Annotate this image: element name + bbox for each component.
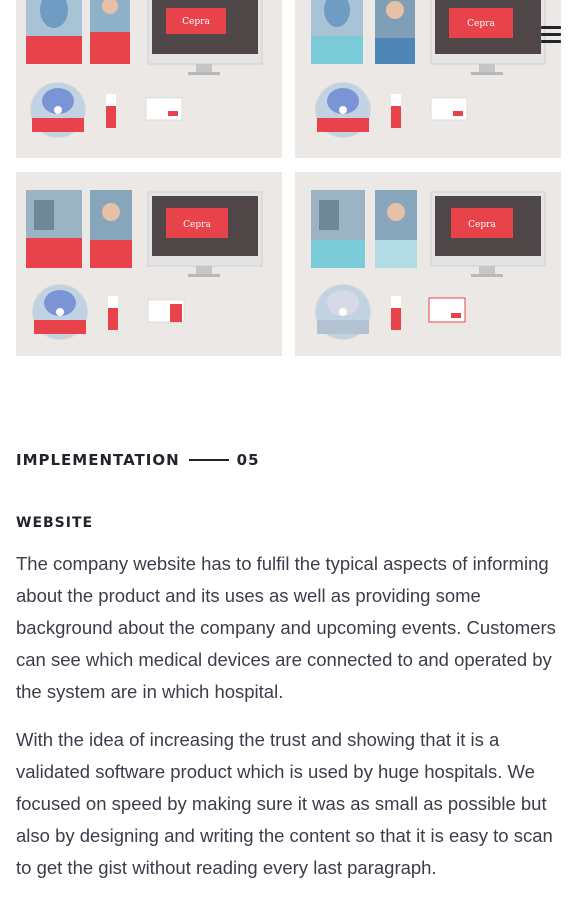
menu-bar-bottom xyxy=(541,40,561,43)
section-divider-line xyxy=(188,459,229,461)
menu-bar-top xyxy=(541,26,561,29)
section-number: 05 xyxy=(236,451,260,469)
branding-mockup-image: Cepra xyxy=(311,190,546,340)
section-heading: IMPLEMENTATION 05 xyxy=(16,450,260,470)
mockup-gallery: Cepra Cepra Cepra Cepra xyxy=(16,0,561,356)
branding-mockup-image: Cepra xyxy=(26,0,263,138)
menu-bar-middle xyxy=(541,33,561,36)
gallery-tile-2[interactable]: Cepra xyxy=(295,0,561,158)
gallery-tile-1[interactable]: Cepra xyxy=(16,0,282,158)
branding-mockup-image: Cepra xyxy=(26,190,263,340)
branding-mockup-image: Cepra xyxy=(311,0,546,138)
brand-label: Cepra xyxy=(182,17,210,27)
section-title: IMPLEMENTATION xyxy=(16,451,180,469)
hamburger-menu-icon[interactable] xyxy=(541,26,561,44)
brand-label: Cepra xyxy=(468,220,496,230)
gallery-tile-3[interactable]: Cepra xyxy=(16,172,282,356)
body-paragraph: With the idea of increasing the trust an… xyxy=(16,729,553,878)
brand-label: Cepra xyxy=(467,19,495,29)
brand-label: Cepra xyxy=(183,220,211,230)
gallery-tile-4[interactable]: Cepra xyxy=(295,172,561,356)
body-paragraph: The company website has to fulfil the ty… xyxy=(16,553,556,702)
subsection-title: WEBSITE xyxy=(16,515,94,531)
